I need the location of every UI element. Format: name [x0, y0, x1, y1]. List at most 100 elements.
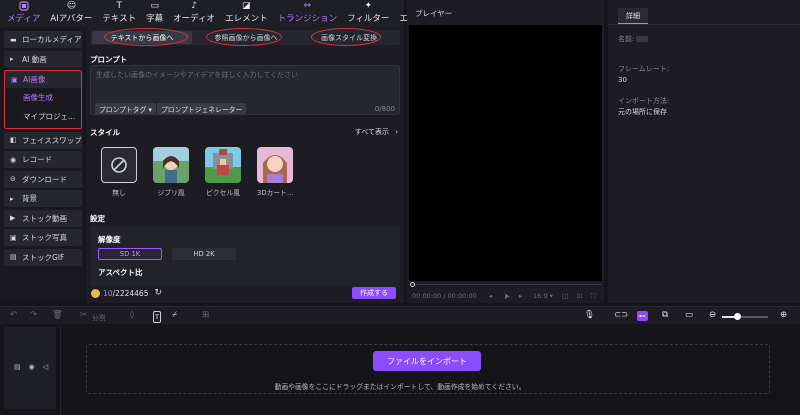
eye-icon[interactable]: ◉	[29, 363, 35, 371]
player-panel: プレイヤー 00:00:00 / 00:00:00 ◂ ▶ ▸ 16:9 ▾ ◫…	[407, 0, 604, 303]
toolbar-transition[interactable]: ⇔ トランジション	[273, 0, 343, 27]
sidebar-item-label: ローカルメディア	[22, 35, 82, 44]
toolbar-text[interactable]: T テキスト	[97, 0, 141, 27]
player-screen[interactable]	[409, 25, 602, 281]
chevron-right-icon: ›	[395, 128, 398, 136]
prompt-generator-button[interactable]: プロンプトジェネレーター	[157, 103, 247, 114]
tab-text-to-image[interactable]: テキストから画像へ	[92, 31, 192, 44]
text-tool-icon[interactable]: T	[153, 311, 161, 323]
sidebar-item-stock-gif[interactable]: ▤ ストックGIF	[4, 248, 82, 266]
speaker-icon[interactable]: ◁	[43, 363, 48, 371]
prev-frame-icon[interactable]: ◂	[489, 292, 492, 300]
toolbar-audio-label: オーディオ	[173, 14, 216, 24]
undo-icon[interactable]: ↶	[10, 310, 17, 320]
sidebar-item-local-media[interactable]: ▬ ローカルメディア	[4, 31, 82, 48]
shield-icon[interactable]: ◊	[130, 310, 134, 320]
fullscreen-icon[interactable]: ⛶	[591, 292, 596, 301]
toolbar-audio[interactable]: ♪ オーディオ	[168, 0, 220, 27]
style-label: スタイル	[90, 128, 120, 137]
export-frame-icon[interactable]: ⊞	[202, 310, 209, 320]
scrub-track[interactable]	[410, 284, 601, 285]
toolbar-subtitle-label: 字幕	[146, 14, 164, 24]
aspect-ratio-select[interactable]: 16:9 ▾	[533, 292, 553, 300]
sidebar-item-download[interactable]: ⊝ ダウンロード	[4, 170, 82, 188]
zoom-slider-handle[interactable]	[734, 313, 741, 320]
prompt-tag-button[interactable]: プロンプトタグ ▾	[95, 103, 156, 114]
style-3d-cartoon[interactable]: 3Dカート...	[257, 147, 293, 197]
tab-style-transfer[interactable]: 画像スタイル変換	[300, 31, 398, 44]
settings-label: 設定	[90, 214, 105, 223]
show-all-link[interactable]: すべて表示 ›	[355, 127, 398, 137]
tab-image-to-image[interactable]: 参照画像から画像へ	[196, 31, 296, 44]
toolbar-media[interactable]: メディア	[2, 0, 45, 27]
transition-icon: ⇔	[303, 1, 312, 11]
time-total: / 00:00:00	[443, 292, 477, 300]
toolbar-ai-avatar[interactable]: ☺ AIアバター	[45, 0, 97, 27]
sidebar-group-ai-image: ▣ AI画像 画像生成 マイプロジェ...	[4, 70, 82, 129]
split-label: 分割	[92, 314, 106, 322]
toolbar-ai-avatar-label: AIアバター	[50, 14, 93, 24]
player-time: 00:00:00 / 00:00:00	[412, 292, 477, 300]
sidebar-item-label: レコード	[22, 155, 52, 164]
caption-icon[interactable]: ▭	[685, 310, 693, 320]
sidebar-subitem-image-generation[interactable]: 画像生成	[5, 88, 81, 107]
delete-icon[interactable]: 🗑	[52, 310, 63, 320]
sidebar-item-label: AI 動画	[22, 54, 47, 64]
split-view-icon[interactable]: ⧉	[662, 310, 668, 320]
next-frame-icon[interactable]: ▸	[519, 292, 522, 300]
refresh-icon[interactable]: ↻	[154, 288, 162, 298]
style-pixel[interactable]: ピクセル風	[205, 147, 241, 197]
magnet-icon[interactable]: ⊷	[637, 311, 648, 321]
sidebar-item-label: ストック写真	[22, 233, 67, 242]
scissors-icon[interactable]: ✂	[80, 310, 87, 320]
show-all-label: すべて表示	[354, 128, 389, 136]
prompt-textarea[interactable]: 生成したい画像のイメージやアイデアを詳しく入力してください プロンプトタグ ▾ …	[90, 65, 400, 115]
credits-display: 10 /2224465 ↻	[91, 288, 162, 298]
toolbar-element[interactable]: ◪ エレメント	[220, 0, 273, 27]
snapshot-icon[interactable]: ◫	[562, 292, 568, 300]
sidebar-item-ai-image[interactable]: ▣ AI画像	[5, 71, 81, 88]
sidebar-item-stock-photo[interactable]: ▣ ストック写真	[4, 229, 82, 246]
sidebar-subitem-my-projects[interactable]: マイプロジェ...	[5, 107, 81, 126]
record-icon: ◉	[10, 155, 17, 164]
divider	[60, 325, 61, 415]
sidebar-item-label: フェイススワップ	[22, 135, 82, 145]
sidebar-item-face-swap[interactable]: ◧ フェイススワップ	[4, 131, 82, 149]
stock-video-icon: ▶	[10, 214, 16, 222]
resolution-sd1k-button[interactable]: SD 1K	[98, 248, 162, 260]
create-button[interactable]: 作成する	[352, 287, 396, 299]
divider	[608, 24, 800, 25]
name-label-text: 名前:	[618, 35, 635, 43]
crop-icon[interactable]: ⌿	[172, 310, 177, 320]
play-icon[interactable]: ▶	[505, 292, 510, 300]
zoom-out-icon[interactable]: ⊖	[709, 310, 716, 320]
link-icon[interactable]: ⊂⊃	[614, 310, 628, 320]
style-none[interactable]: 無し	[101, 147, 137, 197]
zoom-in-icon[interactable]: ⊕	[780, 310, 787, 320]
toolbar-filter-label: フィルター	[347, 14, 390, 24]
style-label-pixel: ピクセル風	[206, 189, 240, 197]
stock-photo-icon: ▣	[10, 233, 17, 242]
scrub-handle[interactable]	[410, 282, 415, 287]
tab-details[interactable]: 詳細	[618, 8, 648, 24]
track-type-icon[interactable]: ▤	[14, 363, 21, 371]
redo-icon[interactable]: ↷	[30, 310, 37, 320]
style-ghibli[interactable]: ジブリ風	[153, 147, 189, 197]
style-thumbnail	[101, 147, 137, 183]
toolbar-filter[interactable]: ✦ フィルター	[342, 0, 394, 27]
zoom-icon[interactable]: ⊡	[577, 292, 582, 300]
sidebar-item-ai-video[interactable]: ▸ AI 動画	[4, 50, 82, 68]
mode-tabs: テキストから画像へ 参照画像から画像へ 画像スタイル変換	[90, 30, 400, 45]
style-label-none: 無し	[112, 189, 126, 197]
framerate-value: 30	[618, 76, 627, 84]
prompt-placeholder: 生成したい画像のイメージやアイデアを詳しく入力してください	[96, 71, 299, 79]
sidebar-item-background[interactable]: ▸ 背景	[4, 190, 82, 207]
resolution-hd2k-button[interactable]: HD 2K	[172, 248, 236, 260]
sidebar-item-label: ストック動画	[22, 213, 67, 223]
toolbar-subtitle[interactable]: ▭ 字幕	[141, 0, 168, 27]
audio-icon: ♪	[191, 1, 197, 11]
import-file-button[interactable]: ファイルをインポート	[373, 351, 481, 371]
sidebar-item-record[interactable]: ◉ レコード	[4, 151, 82, 168]
sidebar-item-stock-video[interactable]: ▶ ストック動画	[4, 209, 82, 227]
microphone-icon[interactable]: 🎙	[584, 310, 595, 320]
